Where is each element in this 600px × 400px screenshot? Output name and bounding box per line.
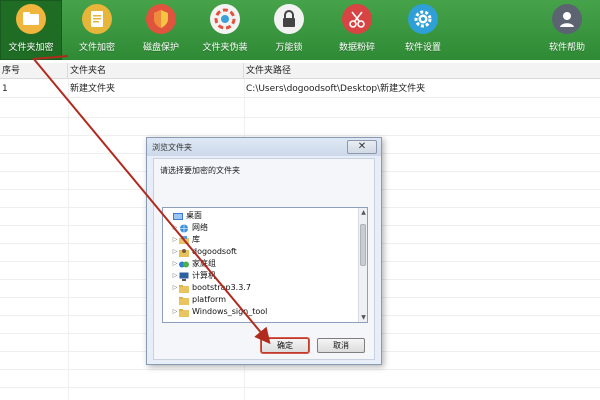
- data-shred-button[interactable]: 数据粉碎: [326, 0, 388, 60]
- tree-item-desktop[interactable]: 桌面: [165, 210, 202, 222]
- column-header-index[interactable]: 序号: [0, 63, 68, 79]
- column-header-path[interactable]: 文件夹路径: [244, 63, 600, 79]
- row-folder-name: 新建文件夹: [70, 84, 116, 94]
- dialog-prompt: 请选择要加密的文件夹: [160, 166, 240, 175]
- grid-line: [0, 387, 600, 388]
- folder-disguise-button[interactable]: 文件夹伪装: [194, 0, 256, 60]
- folder-icon: [16, 4, 46, 34]
- tree-item-computer[interactable]: ▷ 计算机: [171, 270, 216, 282]
- browse-folder-dialog: 浏览文件夹 ✕ 请选择要加密的文件夹 桌面 ▷ 网络 ▷ 库 ▷ dogoods…: [146, 137, 382, 365]
- tree-item-label: dogoodsoft: [192, 247, 237, 256]
- folder-icon: [179, 308, 189, 317]
- folder-icon: [179, 296, 189, 305]
- expand-arrow-icon[interactable]: ▷: [171, 270, 179, 282]
- toolbar-label: 数据粉碎: [338, 43, 375, 53]
- tree-item-label: 网络: [192, 223, 208, 232]
- library-icon: [179, 235, 189, 245]
- table-header: 序号 文件夹名 文件夹路径: [0, 63, 600, 79]
- grid-line: [0, 369, 600, 370]
- close-button[interactable]: ✕: [347, 140, 377, 154]
- tree-item-homegroup[interactable]: ▷ 家庭组: [171, 258, 216, 270]
- desktop-icon: [173, 212, 183, 221]
- tree-item-label: bootstrap3.3.7: [192, 283, 251, 292]
- expand-arrow-icon[interactable]: ▷: [171, 306, 179, 318]
- scrollbar-thumb[interactable]: [360, 224, 366, 266]
- toolbar-label: 软件帮助: [548, 43, 585, 53]
- lock-icon: [274, 4, 304, 34]
- tree-scrollbar[interactable]: ▲ ▼: [358, 208, 367, 322]
- gear-icon: [408, 4, 438, 34]
- scroll-up-icon[interactable]: ▲: [359, 208, 367, 217]
- tree-item-folder[interactable]: ▷ bootstrap3.3.7: [171, 282, 251, 294]
- tree-item-label: 库: [192, 235, 200, 244]
- tree-item-label: 家庭组: [192, 259, 216, 268]
- folder-encrypt-button[interactable]: 文件夹加密: [0, 0, 62, 60]
- tree-item-label: Windows_sign_tool: [192, 307, 268, 316]
- tree-item-folder[interactable]: platform: [171, 294, 226, 306]
- user-folder-icon: [179, 248, 189, 257]
- tree-item-label: 桌面: [186, 211, 202, 220]
- toolbar-label: 文件加密: [78, 43, 115, 53]
- tree-item-folder[interactable]: ▷ Windows_sign_tool: [171, 306, 267, 318]
- folder-icon: [179, 284, 189, 293]
- network-icon: [179, 224, 189, 233]
- cancel-button[interactable]: 取消: [317, 338, 365, 353]
- tree-item-label: platform: [192, 295, 226, 304]
- file-encrypt-button[interactable]: 文件加密: [66, 0, 128, 60]
- column-header-name[interactable]: 文件夹名: [68, 63, 244, 79]
- row-index: 1: [2, 84, 8, 94]
- tree-item-library[interactable]: ▷ 库: [171, 234, 200, 246]
- toolbar-label: 万能锁: [275, 43, 303, 53]
- disk-protect-button[interactable]: 磁盘保护: [130, 0, 192, 60]
- expand-arrow-icon[interactable]: ▷: [171, 258, 179, 270]
- universal-lock-button[interactable]: 万能锁: [258, 0, 320, 60]
- table-row[interactable]: 1 新建文件夹 C:\Users\dogoodsoft\Desktop\新建文件…: [0, 80, 600, 98]
- computer-icon: [179, 272, 189, 281]
- grid-line: [0, 117, 600, 118]
- user-icon: [552, 4, 582, 34]
- row-folder-path: C:\Users\dogoodsoft\Desktop\新建文件夹: [246, 84, 426, 94]
- expand-arrow-icon[interactable]: ▷: [171, 246, 179, 258]
- help-button[interactable]: 软件帮助: [536, 0, 598, 60]
- dialog-body: 请选择要加密的文件夹 桌面 ▷ 网络 ▷ 库 ▷ dogoodsoft ▷ 家庭…: [153, 158, 375, 360]
- toolbar-label: 磁盘保护: [142, 43, 179, 53]
- dialog-titlebar[interactable]: 浏览文件夹 ✕: [147, 138, 381, 156]
- dialog-title: 浏览文件夹: [152, 143, 192, 152]
- folder-tree[interactable]: 桌面 ▷ 网络 ▷ 库 ▷ dogoodsoft ▷ 家庭组 ▷ 计算机 ▷ b…: [162, 207, 368, 323]
- tree-item-network[interactable]: ▷ 网络: [171, 222, 208, 234]
- toolbar-label: 软件设置: [404, 43, 441, 53]
- homegroup-icon: [179, 260, 189, 269]
- scissors-icon: [342, 4, 372, 34]
- tree-item-user[interactable]: ▷ dogoodsoft: [171, 246, 237, 258]
- settings-button[interactable]: 软件设置: [392, 0, 454, 60]
- shield-icon: [146, 4, 176, 34]
- ok-button[interactable]: 确定: [261, 338, 309, 353]
- disguise-icon: [210, 4, 240, 34]
- toolbar-label: 文件夹伪装: [202, 43, 248, 53]
- scroll-down-icon[interactable]: ▼: [359, 313, 367, 322]
- main-toolbar: 文件夹加密 文件加密 磁盘保护 文件夹伪装 万能锁 数据粉碎 软件设置 软件帮助: [0, 0, 600, 60]
- toolbar-label: 文件夹加密: [8, 43, 54, 53]
- expand-arrow-icon[interactable]: ▷: [171, 222, 179, 234]
- tree-item-label: 计算机: [192, 271, 216, 280]
- expand-arrow-icon[interactable]: ▷: [171, 282, 179, 294]
- close-icon: ✕: [357, 141, 367, 152]
- grid-line: [0, 135, 600, 136]
- expand-arrow-icon[interactable]: ▷: [171, 234, 179, 246]
- document-icon: [82, 4, 112, 34]
